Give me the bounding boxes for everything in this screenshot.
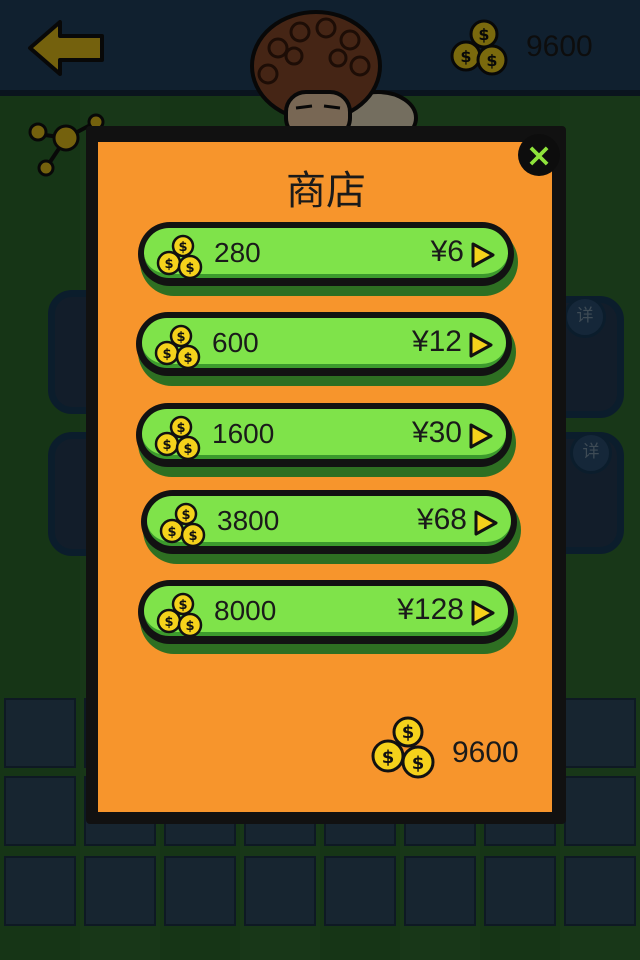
svg-text:$: $ [176,330,185,345]
pack-amount: 280 [214,237,261,268]
coin-pack-button[interactable]: $ $ $3800 ¥68 [141,490,521,564]
svg-text:$: $ [188,529,197,544]
pack-price: ¥12 [411,325,462,358]
coins-icon: $ $ $ [154,324,202,370]
pack-amount: 3800 [217,505,280,536]
coins-icon: $ $ $ [159,502,207,548]
svg-text:$: $ [402,722,415,743]
pack-price: ¥128 [397,593,464,626]
pack-amount: 1600 [212,418,275,449]
pack-amount: 600 [212,327,259,358]
wallet-balance: 9600 [452,736,519,769]
play-arrow-icon [470,599,496,627]
svg-text:$: $ [176,421,185,436]
svg-text:$: $ [183,442,192,457]
svg-text:$: $ [162,347,171,362]
svg-text:$: $ [185,261,194,276]
svg-text:$: $ [412,753,425,774]
coin-pack-button[interactable]: $ $ $1600 ¥30 [136,403,516,477]
coins-icon: $ $ $ [156,592,204,638]
svg-text:$: $ [167,525,176,540]
pack-price: ¥30 [411,416,462,449]
coins-icon: $ $ $ [154,415,202,461]
coins-icon: $ $ $ [156,234,204,280]
coin-pack-button[interactable]: $ $ $8000 ¥128 [138,580,518,654]
svg-text:$: $ [164,615,173,630]
svg-text:$: $ [181,508,190,523]
svg-text:$: $ [164,257,173,272]
svg-text:$: $ [185,619,194,634]
shop-title: 商店 [286,168,366,214]
svg-text:$: $ [382,747,395,768]
svg-text:$: $ [162,438,171,453]
pack-price: ¥6 [430,235,464,268]
play-arrow-icon [470,241,496,269]
pack-amount: 8000 [214,595,277,626]
coin-pack-button[interactable]: $ $ $280 ¥6 [138,222,518,296]
pack-price: ¥68 [416,503,467,536]
wallet-coins-icon: $ $ $ [371,716,435,779]
svg-text:$: $ [178,240,187,255]
play-arrow-icon [468,331,494,359]
svg-text:$: $ [183,351,192,366]
play-arrow-icon [473,509,499,537]
coin-pack-button[interactable]: $ $ $600 ¥12 [136,312,516,386]
play-arrow-icon [468,422,494,450]
svg-text:$: $ [178,598,187,613]
